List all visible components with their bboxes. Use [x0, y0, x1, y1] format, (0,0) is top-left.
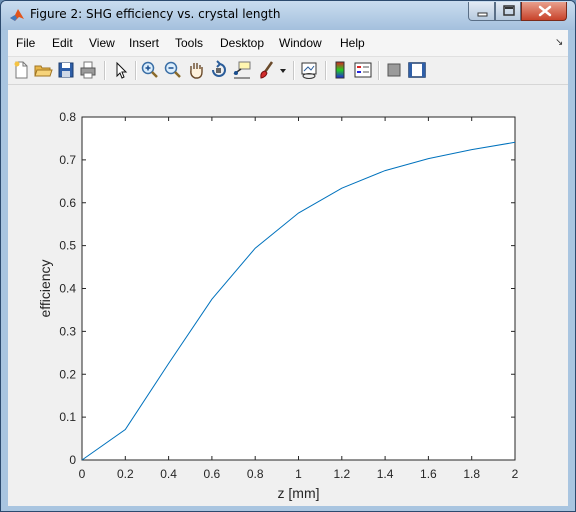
x-tick-label: 1.4 [377, 467, 394, 481]
y-tick-label: 0.7 [59, 153, 76, 167]
x-tick-label: 0.2 [117, 467, 134, 481]
y-tick-label: 0.8 [59, 110, 76, 124]
y-tick-label: 0.3 [59, 324, 76, 338]
y-axis-label: efficiency [37, 259, 53, 317]
figure-window: Figure 2: SHG efficiency vs. crystal len… [0, 0, 576, 512]
y-tick-label: 0.1 [59, 410, 76, 424]
x-tick-label: 2 [512, 467, 519, 481]
x-axis-label: z [mm] [278, 485, 320, 501]
x-tick-label: 0.8 [247, 467, 264, 481]
y-tick-label: 0 [69, 453, 76, 467]
x-tick-label: 0 [79, 467, 86, 481]
y-tick-label: 0.5 [59, 239, 76, 253]
line-chart[interactable]: 0 0.2 0.4 0.6 0.8 1 1.2 1.4 1.6 1.8 2 0 0.1 0.2 0.3 0.4… [1, 1, 576, 512]
figure-client: File Edit View Insert Tools Desktop Wind… [8, 30, 568, 506]
x-tick-label: 1 [295, 467, 302, 481]
x-tick-label: 0.6 [204, 467, 221, 481]
x-tick-label: 1.6 [420, 467, 437, 481]
x-tick-label: 0.4 [160, 467, 177, 481]
axes-background [82, 117, 515, 460]
y-tick-label: 0.6 [59, 196, 76, 210]
y-tick-label: 0.4 [59, 282, 76, 296]
y-tick-label: 0.2 [59, 367, 76, 381]
x-tick-label: 1.8 [463, 467, 480, 481]
figure-canvas[interactable]: 0 0.2 0.4 0.6 0.8 1 1.2 1.4 1.6 1.8 2 0 0.1 0.2 0.3 0.4… [8, 85, 568, 506]
x-tick-label: 1.2 [333, 467, 350, 481]
